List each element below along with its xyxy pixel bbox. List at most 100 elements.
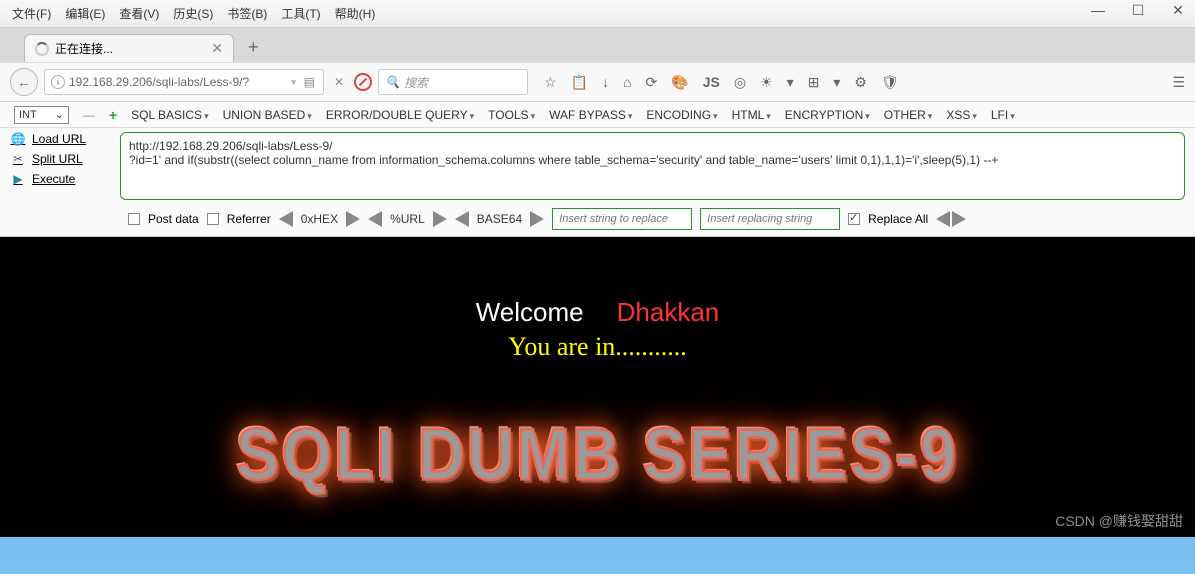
- hex-encode[interactable]: 0xHEX: [279, 211, 360, 227]
- menu-lfi[interactable]: LFI: [991, 108, 1015, 122]
- url-dropdown-icon[interactable]: ▼: [290, 78, 298, 87]
- arrow-right-icon: [433, 211, 447, 227]
- hackbar-textarea[interactable]: http://192.168.29.206/sqli-labs/Less-9/ …: [120, 132, 1185, 200]
- shield-icon[interactable]: 🛡: [881, 74, 899, 91]
- stop-button[interactable]: ✕: [330, 75, 348, 89]
- postdata-checkbox[interactable]: [128, 213, 140, 225]
- split-url-button[interactable]: ✂Split URL: [10, 152, 110, 166]
- dropdown2-icon[interactable]: ▾: [787, 74, 794, 91]
- plus-icon[interactable]: +: [109, 107, 117, 123]
- window-controls: — ☐ ✕: [1089, 2, 1187, 19]
- split-icon: ✂: [10, 152, 26, 166]
- int-select[interactable]: INT⌄: [14, 106, 69, 124]
- bookmark-star-icon[interactable]: ☆: [544, 74, 557, 91]
- menu-file[interactable]: 文件(F): [12, 5, 51, 22]
- hackbar-body: 🌐Load URL ✂Split URL ▶Execute http://192…: [0, 128, 1195, 204]
- load-icon: 🌐: [10, 132, 26, 146]
- menu-waf[interactable]: WAF BYPASS: [549, 108, 632, 122]
- back-button[interactable]: ←: [10, 68, 38, 96]
- menu-tools[interactable]: 工具(T): [281, 5, 320, 22]
- menu-encryption[interactable]: ENCRYPTION: [785, 108, 870, 122]
- menu-other[interactable]: OTHER: [884, 108, 933, 122]
- hackbar-line2: ?id=1' and if(substr((select column_name…: [129, 153, 1176, 167]
- gear-icon[interactable]: ⚙: [854, 74, 867, 91]
- noscript-icon[interactable]: [354, 73, 372, 91]
- menu-xss[interactable]: XSS: [946, 108, 977, 122]
- loading-spinner-icon: [35, 42, 49, 56]
- replace-all-label: Replace All: [868, 212, 928, 226]
- execute-icon: ▶: [10, 172, 26, 186]
- new-tab-button[interactable]: +: [240, 37, 267, 58]
- window-max-button[interactable]: ☐: [1129, 2, 1147, 19]
- hackbar-menu: INT⌄ — + SQL BASICS UNION BASED ERROR/DO…: [0, 102, 1195, 128]
- menu-help[interactable]: 帮助(H): [335, 5, 376, 22]
- menu-edit[interactable]: 编辑(E): [65, 5, 105, 22]
- load-url-button[interactable]: 🌐Load URL: [10, 132, 110, 146]
- replace-to-input[interactable]: [700, 208, 840, 230]
- arrow-left-icon: [936, 211, 950, 227]
- grid-icon[interactable]: ⊞: [808, 74, 820, 91]
- window-close-button[interactable]: ✕: [1169, 2, 1187, 19]
- chevron-down-icon: ⌄: [55, 108, 64, 121]
- welcome-text: Welcome Dhakkan: [0, 297, 1195, 328]
- replace-exec[interactable]: [936, 211, 966, 227]
- window-min-button[interactable]: —: [1089, 2, 1107, 19]
- refresh-icon[interactable]: ⟳: [646, 74, 658, 91]
- toolbar-icons: ☆ 📋 ↓ ⌂ ⟳ 🎨 JS ◎ ☀ ▾ ⊞ ▾ ⚙ 🛡 ☰: [544, 74, 1185, 91]
- menu-bookmarks[interactable]: 书签(B): [227, 5, 267, 22]
- arrow-left-icon: [455, 211, 469, 227]
- postdata-label: Post data: [148, 212, 199, 226]
- replace-all-checkbox[interactable]: [848, 213, 860, 225]
- url-encode[interactable]: %URL: [368, 211, 447, 227]
- reader-icon[interactable]: ▤: [302, 75, 317, 89]
- url-input[interactable]: i 192.168.29.206/sqli-labs/Less-9/? ▼ ▤: [44, 69, 324, 95]
- dash-icon: —: [83, 108, 95, 122]
- info-icon: i: [51, 75, 65, 89]
- menu-encoding[interactable]: ENCODING: [646, 108, 717, 122]
- search-icon: 🔍: [385, 75, 400, 89]
- browser-tab[interactable]: 正在连接... ✕: [24, 34, 234, 62]
- referrer-checkbox[interactable]: [207, 213, 219, 225]
- menu-tools[interactable]: TOOLS: [488, 108, 535, 122]
- target-icon[interactable]: ◎: [734, 74, 746, 91]
- hackbar-actions: 🌐Load URL ✂Split URL ▶Execute: [10, 132, 110, 200]
- arrow-right-icon: [952, 211, 966, 227]
- menu-sql-basics[interactable]: SQL BASICS: [131, 108, 208, 122]
- base64-encode[interactable]: BASE64: [455, 211, 544, 227]
- hackbar-line1: http://192.168.29.206/sqli-labs/Less-9/: [129, 139, 1176, 153]
- download-icon[interactable]: ↓: [602, 74, 609, 90]
- menu-history[interactable]: 历史(S): [173, 5, 213, 22]
- tab-close-button[interactable]: ✕: [211, 40, 223, 57]
- search-input[interactable]: 🔍 搜索: [378, 69, 528, 95]
- palette-icon[interactable]: 🎨: [671, 74, 688, 91]
- home-icon[interactable]: ⌂: [623, 74, 631, 90]
- arrow-right-icon: [346, 211, 360, 227]
- arrow-right-icon: [530, 211, 544, 227]
- status-text: You are in...........: [0, 332, 1195, 362]
- replace-from-input[interactable]: [552, 208, 692, 230]
- search-placeholder: 搜索: [404, 74, 428, 91]
- tab-title: 正在连接...: [55, 40, 113, 57]
- hackbar-bottom: Post data Referrer 0xHEX %URL BASE64 Rep…: [0, 204, 1195, 237]
- username-text: Dhakkan: [617, 297, 720, 327]
- menu-burger-icon[interactable]: ☰: [1172, 74, 1185, 91]
- js-icon[interactable]: JS: [703, 74, 720, 90]
- clipboard-icon[interactable]: 📋: [571, 74, 588, 91]
- page-content: Welcome Dhakkan You are in........... SQ…: [0, 237, 1195, 537]
- url-text: 192.168.29.206/sqli-labs/Less-9/?: [69, 75, 249, 89]
- arrow-left-icon: [279, 211, 293, 227]
- sun-icon[interactable]: ☀: [760, 74, 773, 91]
- referrer-label: Referrer: [227, 212, 271, 226]
- app-menubar: 文件(F) 编辑(E) 查看(V) 历史(S) 书签(B) 工具(T) 帮助(H…: [0, 0, 1195, 28]
- menu-union[interactable]: UNION BASED: [223, 108, 312, 122]
- execute-button[interactable]: ▶Execute: [10, 172, 110, 186]
- dropdown3-icon[interactable]: ▾: [833, 74, 840, 91]
- menu-error[interactable]: ERROR/DOUBLE QUERY: [326, 108, 474, 122]
- menu-view[interactable]: 查看(V): [119, 5, 159, 22]
- series-title: SQLI DUMB SERIES-9: [0, 411, 1195, 496]
- menu-html[interactable]: HTML: [732, 108, 771, 122]
- watermark: CSDN @赚钱娶甜甜: [1055, 511, 1183, 531]
- navigation-bar: ← i 192.168.29.206/sqli-labs/Less-9/? ▼ …: [0, 62, 1195, 102]
- tab-bar: 正在连接... ✕ +: [0, 28, 1195, 62]
- arrow-left-icon: [368, 211, 382, 227]
